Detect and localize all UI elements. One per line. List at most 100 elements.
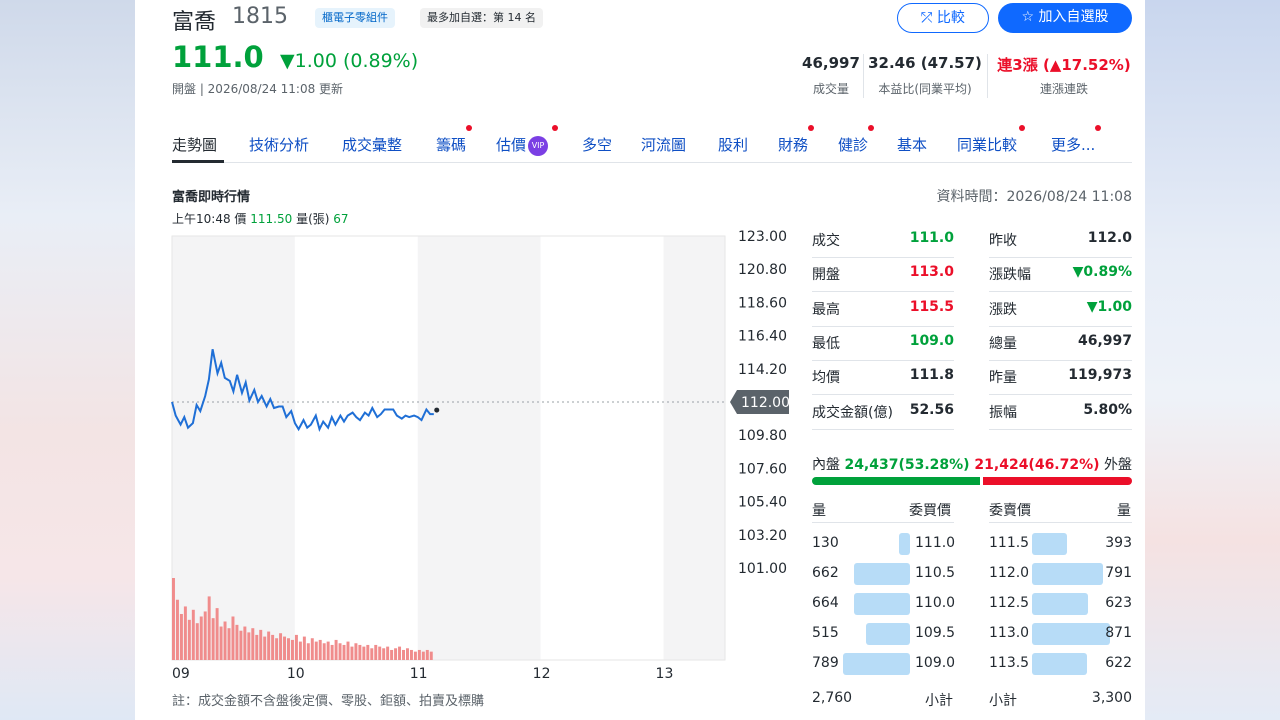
volume-bar [366,644,370,660]
quote-row: 昨量 119,973 [989,361,1132,396]
ask-price: 113.0 [989,625,1030,641]
section-title: 富喬即時行情 [172,190,251,205]
quote-value: ▼1.00 [1086,298,1132,315]
current-price: 111.0 [172,40,264,74]
bid-qty: 664 [812,595,839,611]
quote-row: 最低 109.0 [812,327,954,361]
active-tab-indicator [172,160,224,163]
volume-bar [374,644,378,660]
tab-peer-compare[interactable]: 同業比較 [957,125,1025,155]
volume-bar [211,618,215,660]
stock-code: 1815 [232,4,288,29]
tab-technical[interactable]: 技術分析 [249,134,309,155]
page-background-left [0,0,135,720]
volume-bar [362,646,366,660]
bid-depth-bar [843,653,910,675]
bid-depth-bar [866,623,910,645]
pe-stat-value: 32.46 (47.57) [868,54,982,72]
volume-bar [267,631,271,660]
tab-more[interactable]: 更多... [1051,125,1101,155]
hover-price-label: 價 [234,212,247,226]
quote-panel: 富喬 1815 櫃電子零組件 最多加自選：第 14 名 ⤱ 比較 ☆ 加入自選股… [135,0,1145,720]
quote-row: 昨收 112.0 [989,224,1132,258]
tab-trend[interactable]: 走勢圖 [172,134,217,155]
outer-ratio-bar [983,477,1132,485]
chart-band [172,236,295,660]
quote-value: 111.8 [909,367,954,384]
volume-bar [255,634,259,660]
tab-long-short[interactable]: 多空 [582,134,612,155]
volume-bar [294,634,298,660]
quote-row: 最高 115.5 [812,293,954,327]
quote-value: ▼0.89% [1072,264,1132,281]
industry-tag[interactable]: 櫃電子零組件 [315,8,395,28]
volume-bar [223,621,227,660]
bid-qty: 130 [812,535,839,551]
bid-depth-bar [854,593,910,615]
tab-river-chart[interactable]: 河流圖 [641,134,686,155]
tab-basic[interactable]: 基本 [897,134,927,155]
watchlist-rank-tag: 最多加自選：第 14 名 [420,8,543,28]
volume-bar [298,641,302,660]
inner-ratio-bar [812,477,980,485]
ask-total: 3,300 [1091,690,1132,706]
volume-bar [358,644,362,660]
compare-icon: ⤱ [921,10,933,26]
market-status: 開盤 | 2026/08/24 11:08 更新 [172,82,344,96]
inner-label: 內盤 [812,457,840,473]
vip-badge: VIP [528,135,549,156]
volume-bar [390,649,394,660]
add-watchlist-label: 加入自選股 [1038,9,1109,25]
volume-bar [306,643,310,660]
volume-bar [199,616,203,660]
ask-qty: 393 [1105,535,1132,551]
volume-bar [338,643,342,660]
ask-depth-bar [1032,593,1088,615]
volume-bar [405,648,409,660]
ask-qty-header: 量 [1117,503,1131,519]
outer-value: 21,424(46.72%) [974,457,1100,473]
chart-band [294,236,418,660]
bid-depth-bar [854,563,910,585]
bid-qty: 789 [812,655,839,671]
ask-qty: 623 [1105,595,1132,611]
quote-row: 成交 111.0 [812,224,954,258]
tab-valuation[interactable]: 估價 VIP [496,125,558,156]
volume-bar [183,606,187,660]
intraday-chart[interactable]: 123.00 120.80 118.60 116.40 114.20 112.00 109.… [135,226,805,690]
volume-bar [417,649,421,660]
volume-bar [175,599,179,660]
tab-dividend[interactable]: 股利 [718,134,748,155]
volume-bar [322,643,326,660]
compare-button[interactable]: ⤱ 比較 [897,3,989,33]
y-tick-label: 116.40 [738,329,787,345]
volume-bar [271,634,275,660]
tab-trade-summary[interactable]: 成交彙整 [342,134,402,155]
ask-price-header: 委賣價 [989,503,1031,519]
hover-price: 111.50 [250,212,293,226]
quote-label: 最低 [812,335,840,352]
tab-health-check[interactable]: 健診 [838,125,874,155]
bid-qty: 662 [812,565,839,581]
x-tick-label: 12 [533,666,551,682]
add-watchlist-button[interactable]: ☆ 加入自選股 [998,3,1132,33]
quote-row: 漲跌幅 ▼0.89% [989,258,1132,293]
volume-bar [413,651,417,660]
quote-label: 振幅 [989,404,1017,421]
volume-bar [402,649,405,660]
bid-subtotal-label: 小計 [925,693,953,709]
x-tick-label: 10 [287,666,305,682]
volume-bar [370,648,374,660]
tab-financials[interactable]: 財務 [778,125,814,155]
quote-label: 漲跌 [989,301,1017,318]
y-tick-label: 103.20 [738,528,787,544]
volume-bar [310,638,314,660]
bid-price: 110.5 [915,565,956,581]
y-tick-label: 123.00 [738,229,787,245]
tab-chips[interactable]: 籌碼 [436,125,472,155]
bid-qty-header: 量 [812,503,826,519]
volume-bar [235,624,239,660]
volume-bar [326,641,330,660]
orderbook-divider [989,522,1132,523]
volume-bar [227,628,231,660]
